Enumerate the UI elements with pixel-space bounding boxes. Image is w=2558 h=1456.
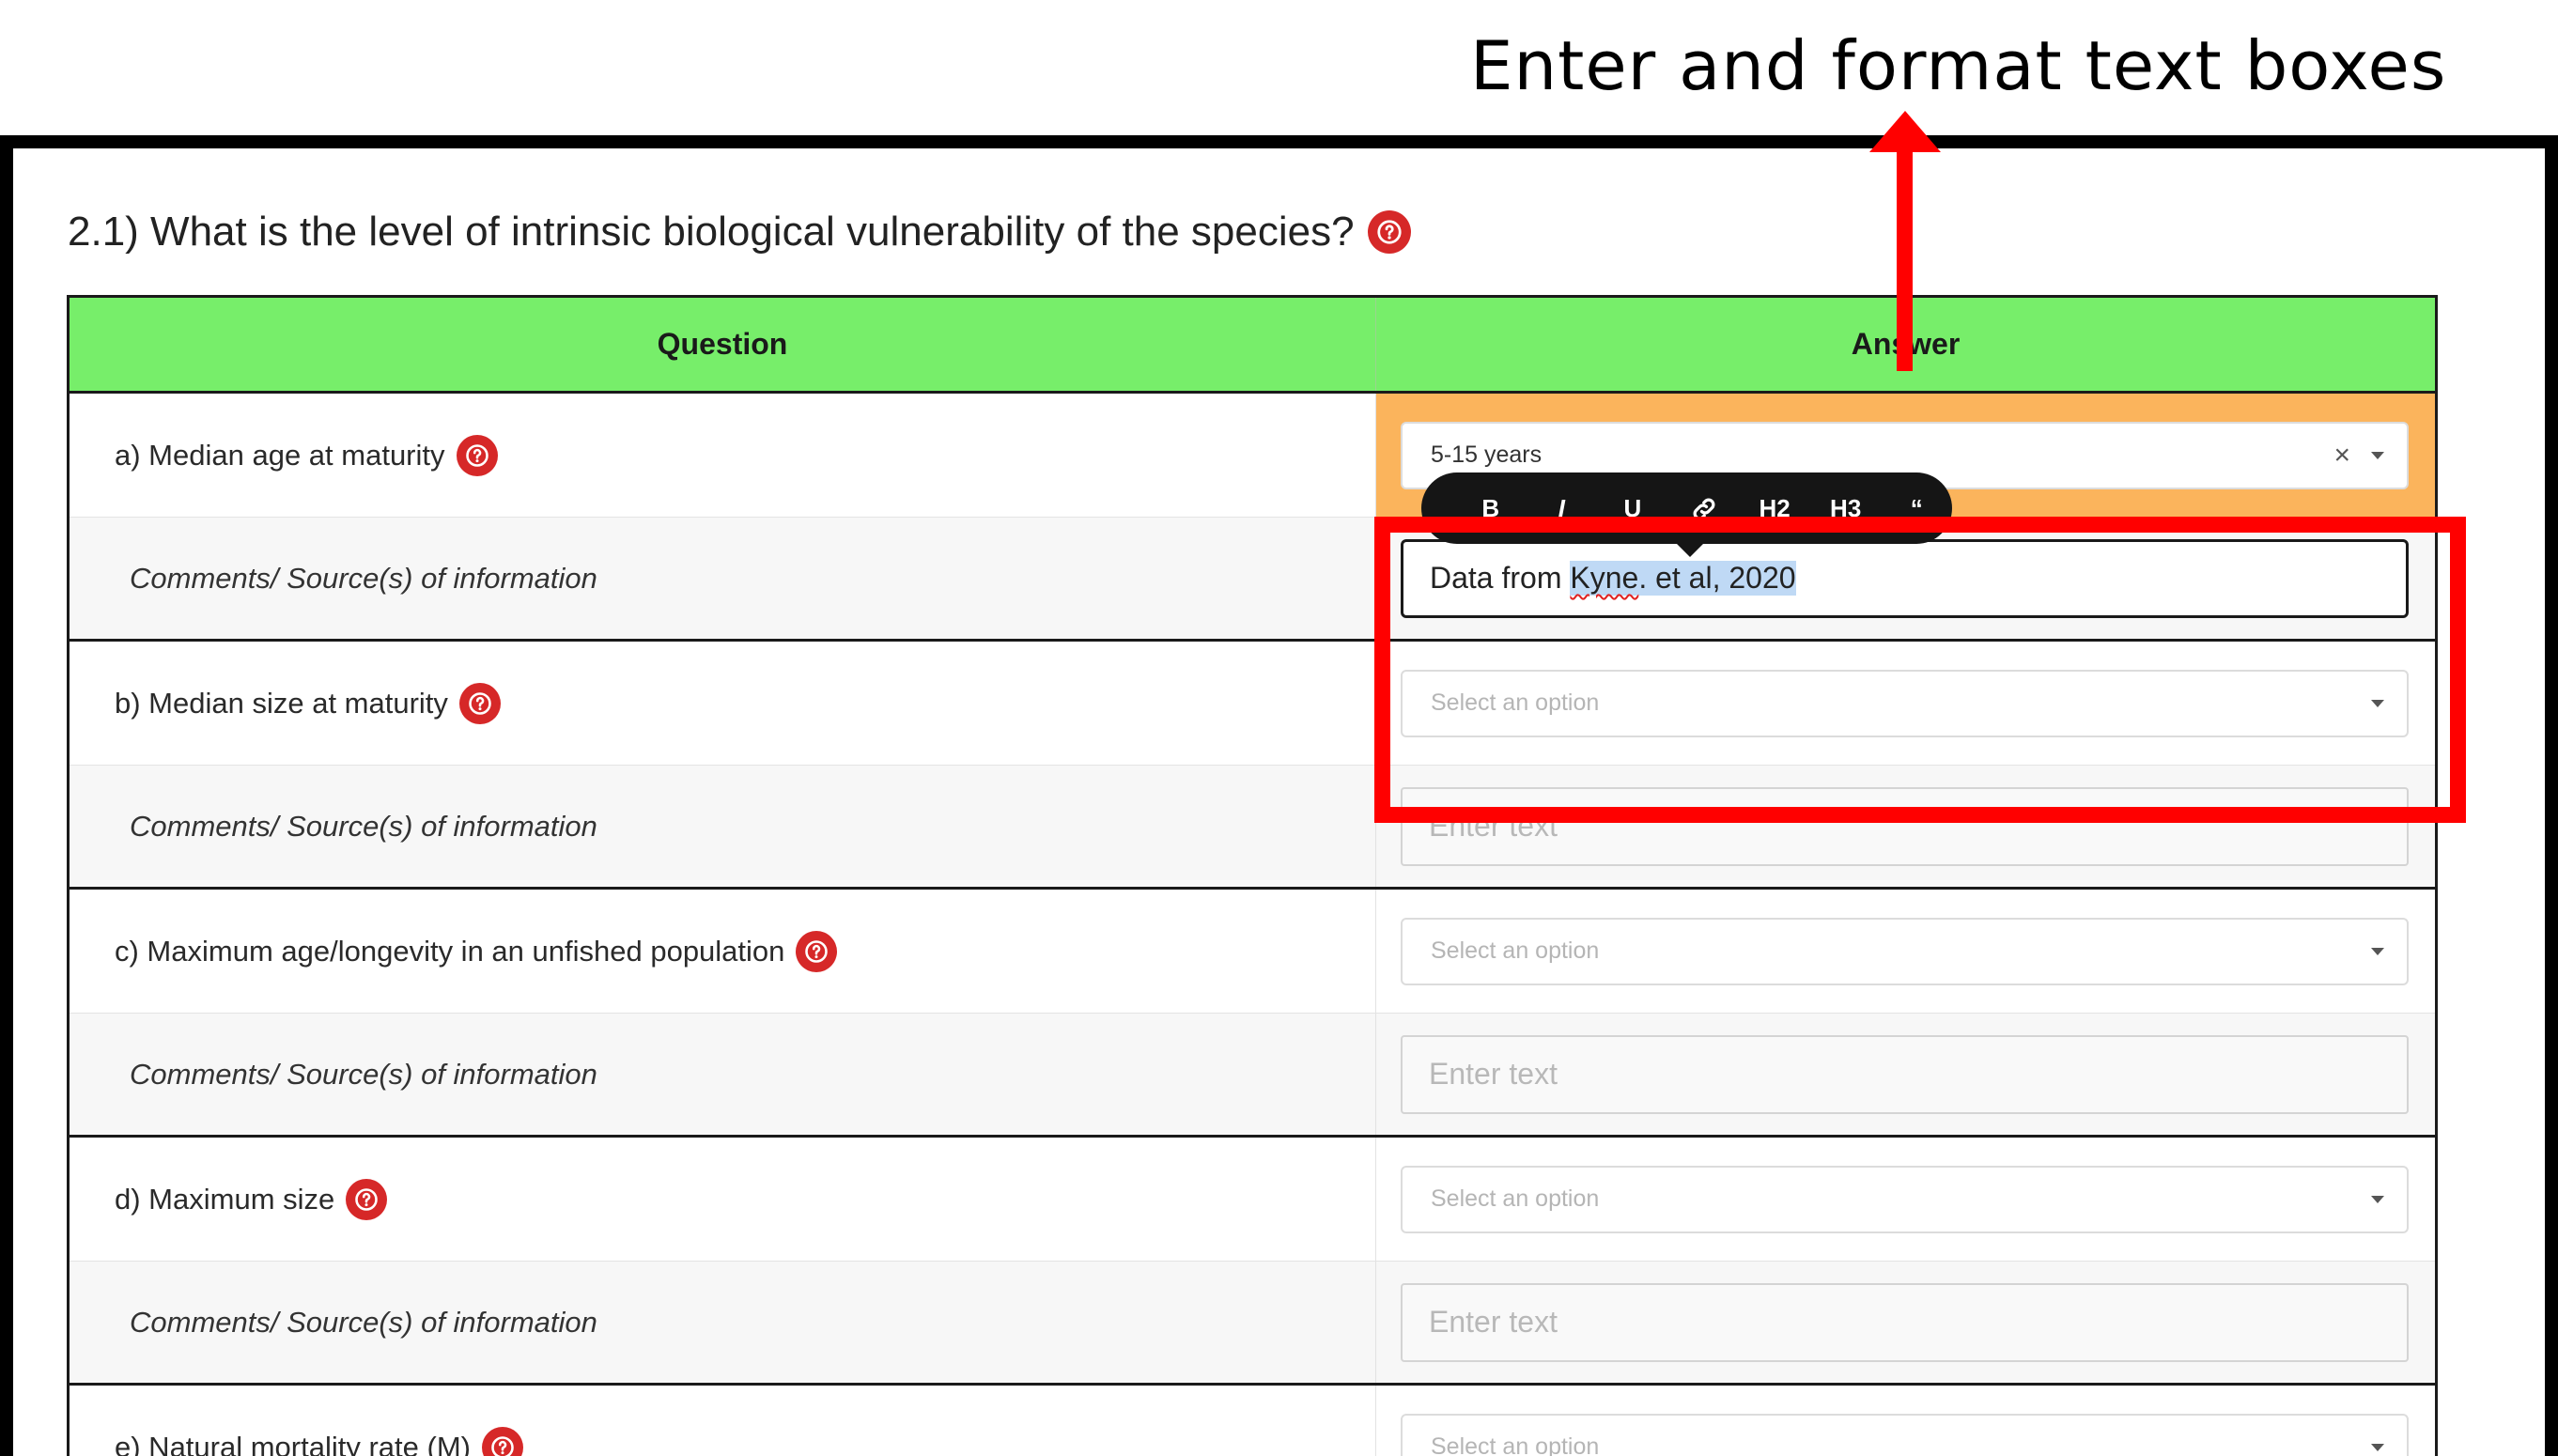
answer-select[interactable]: Select an option [1401,669,2409,737]
help-icon[interactable] [456,434,498,476]
underline-button[interactable]: U [1597,494,1668,523]
table-row: Comments/ Source(s) of information Data … [70,517,2435,639]
selected-text: Kyne. et al, 2020 [1570,561,1796,596]
annotation-title: Enter and format text boxes [1470,26,2447,105]
table-row: b) Median size at maturity Select an opt… [70,642,2435,765]
table-row: e) Natural mortality rate (M) Select an … [70,1386,2435,1456]
selected-text-rest: . et al, 2020 [1638,561,1796,595]
comment-textbox[interactable]: Data from Kyne. et al, 2020 [1401,538,2409,618]
answer-cell: Select an option [1376,1138,2435,1261]
comment-label: Comments/ Source(s) of information [70,1014,1376,1135]
table-row: a) Median age at maturity 5-15 years × [70,394,2435,517]
help-icon[interactable] [346,1178,388,1220]
comment-label: Comments/ Source(s) of information [70,1262,1376,1383]
italic-button[interactable]: I [1527,494,1598,523]
comment-textbox[interactable]: Enter text [1401,786,2409,866]
table-row: Comments/ Source(s) of information Enter… [70,1013,2435,1135]
comment-textbox[interactable]: Enter text [1401,1282,2409,1362]
header-question: Question [70,298,1376,391]
answer-cell: Enter text [1376,1262,2435,1383]
answer-select[interactable]: Select an option [1401,1165,2409,1233]
answer-cell: Select an option [1376,1386,2435,1456]
misspelled-word: Kyne [1570,561,1639,595]
answer-cell: Enter text [1376,1014,2435,1135]
annotation-arrow-line [1897,146,1913,371]
select-placeholder: Select an option [1431,1185,1600,1212]
heading3-button[interactable]: H3 [1810,494,1882,523]
question-label: b) Median size at maturity [115,686,448,720]
question-cell: d) Maximum size [70,1138,1376,1261]
select-placeholder: Select an option [1431,1433,1600,1456]
question-label: d) Maximum size [115,1182,335,1216]
question-label: c) Maximum age/longevity in an unfished … [115,934,785,968]
question-group-e: e) Natural mortality rate (M) Select an … [70,1386,2435,1456]
screenshot-frame: 2.1) What is the level of intrinsic biol… [0,135,2558,1456]
table-row: d) Maximum size Select an option [70,1138,2435,1261]
answer-cell: Enter text [1376,766,2435,887]
question-group-c: c) Maximum age/longevity in an unfished … [70,890,2435,1138]
chevron-down-icon[interactable] [2371,1195,2384,1203]
question-group-b: b) Median size at maturity Select an opt… [70,642,2435,890]
comment-text-plain: Data from [1430,561,1571,595]
question-cell: e) Natural mortality rate (M) [70,1386,1376,1456]
questions-table: Question Answer a) Median age at maturit… [67,295,2438,1456]
table-header: Question Answer [70,298,2435,394]
help-icon[interactable] [481,1426,523,1456]
answer-select[interactable]: Select an option [1401,1413,2409,1456]
question-group-d: d) Maximum size Select an option Comment… [70,1138,2435,1386]
comment-label: Comments/ Source(s) of information [70,518,1376,639]
chevron-down-icon[interactable] [2371,451,2384,459]
section-title: 2.1) What is the level of intrinsic biol… [68,209,1355,255]
help-icon[interactable] [796,930,838,972]
question-cell: c) Maximum age/longevity in an unfished … [70,890,1376,1013]
question-label: a) Median age at maturity [115,438,445,472]
help-icon[interactable] [458,682,501,724]
question-cell: a) Median age at maturity [70,394,1376,517]
link-icon[interactable] [1668,493,1740,523]
help-icon[interactable] [1367,210,1411,254]
chevron-down-icon[interactable] [2371,699,2384,707]
section-heading: 2.1) What is the level of intrinsic biol… [68,209,1411,256]
bold-button[interactable]: B [1455,494,1527,523]
table-row: Comments/ Source(s) of information Enter… [70,1261,2435,1383]
text-format-toolbar: B I U H2 H3 “ [1421,472,1952,557]
chevron-down-icon[interactable] [2371,947,2384,955]
question-cell: b) Median size at maturity [70,642,1376,765]
chevron-down-icon[interactable] [2371,1443,2384,1451]
heading2-button[interactable]: H2 [1739,494,1810,523]
answer-select[interactable]: Select an option [1401,917,2409,985]
answer-cell: Select an option [1376,642,2435,765]
answer-cell: Select an option [1376,890,2435,1013]
clear-icon[interactable]: × [2333,440,2350,472]
question-group-a: a) Median age at maturity 5-15 years × C… [70,394,2435,642]
comment-textbox[interactable]: Enter text [1401,1034,2409,1114]
comment-label: Comments/ Source(s) of information [70,766,1376,887]
table-row: Comments/ Source(s) of information Enter… [70,765,2435,887]
table-row: c) Maximum age/longevity in an unfished … [70,890,2435,1013]
quote-button[interactable]: “ [1881,494,1952,523]
question-label: e) Natural mortality rate (M) [115,1430,471,1456]
select-value: 5-15 years [1431,441,1543,468]
select-placeholder: Select an option [1431,689,1600,716]
select-placeholder: Select an option [1431,937,1600,964]
